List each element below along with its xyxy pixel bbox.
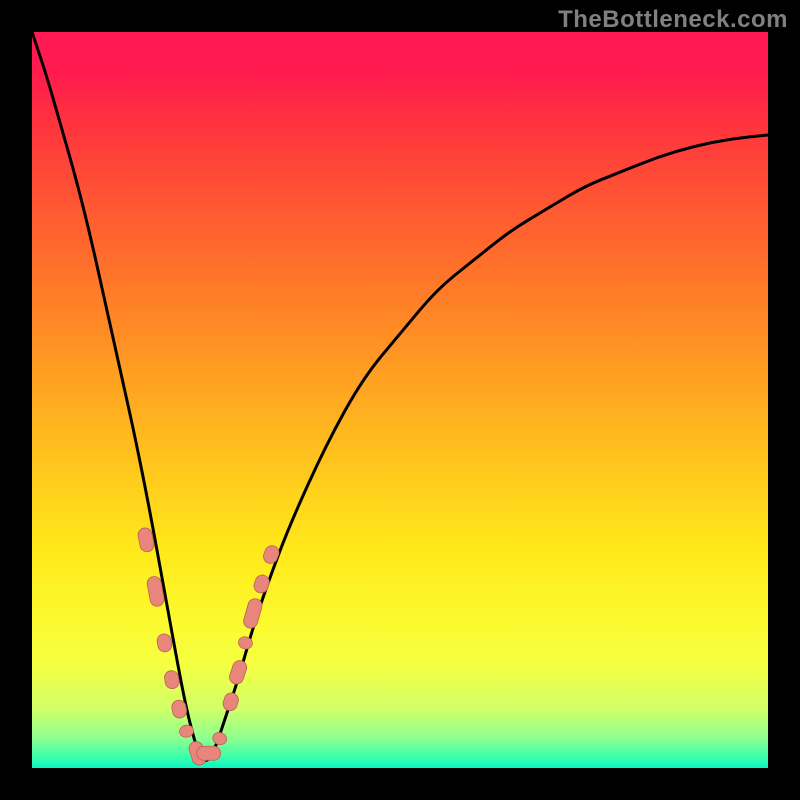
curve-marker [228, 659, 249, 686]
curve-marker [197, 746, 221, 760]
curve-marker [211, 731, 228, 747]
curve-svg [32, 32, 768, 768]
curve-marker [156, 633, 173, 653]
curve-marker [221, 691, 240, 712]
watermark-text: TheBottleneck.com [558, 6, 788, 34]
curve-marker [242, 597, 264, 630]
bottleneck-curve [32, 32, 768, 761]
curve-marker [261, 544, 280, 566]
curve-marker [252, 573, 271, 594]
chart-frame: TheBottleneck.com [0, 0, 800, 800]
plot-area [32, 32, 768, 768]
curve-marker [163, 670, 180, 690]
